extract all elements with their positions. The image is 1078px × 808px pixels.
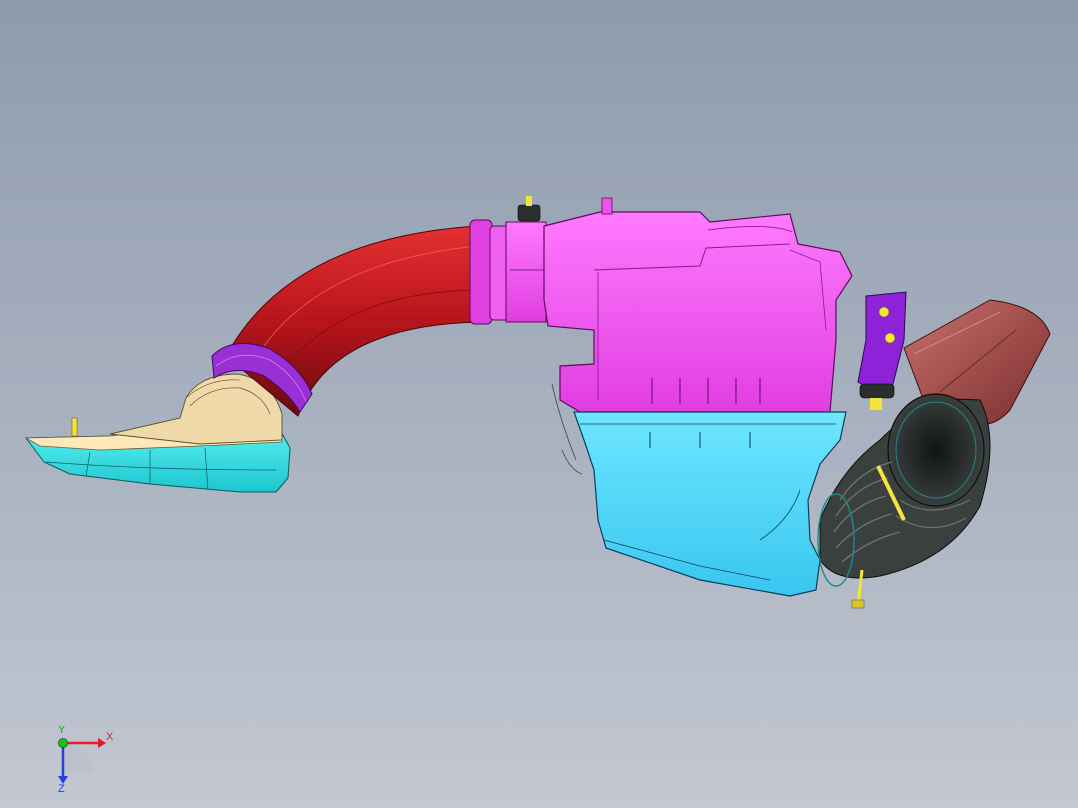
airbox-upper-housing[interactable]: [543, 197, 853, 413]
cad-viewport[interactable]: X Y Z: [0, 0, 1078, 808]
scoop-inner[interactable]: [109, 373, 283, 445]
airbox-lower-housing[interactable]: [551, 383, 847, 597]
x-axis-arrowhead: [98, 738, 106, 748]
z-axis-label: Z: [58, 783, 65, 792]
assembly-model[interactable]: [0, 0, 1078, 808]
mounting-bracket[interactable]: [857, 291, 907, 410]
y-axis-dot: [58, 738, 68, 748]
x-axis-label: X: [106, 731, 114, 743]
pipe-collar[interactable]: [469, 196, 547, 325]
orientation-triad[interactable]: X Y Z: [46, 726, 116, 792]
y-axis-label: Y: [58, 726, 66, 736]
triad-plane-shade: [63, 743, 93, 773]
intake-duct-pipe[interactable]: [225, 225, 479, 417]
